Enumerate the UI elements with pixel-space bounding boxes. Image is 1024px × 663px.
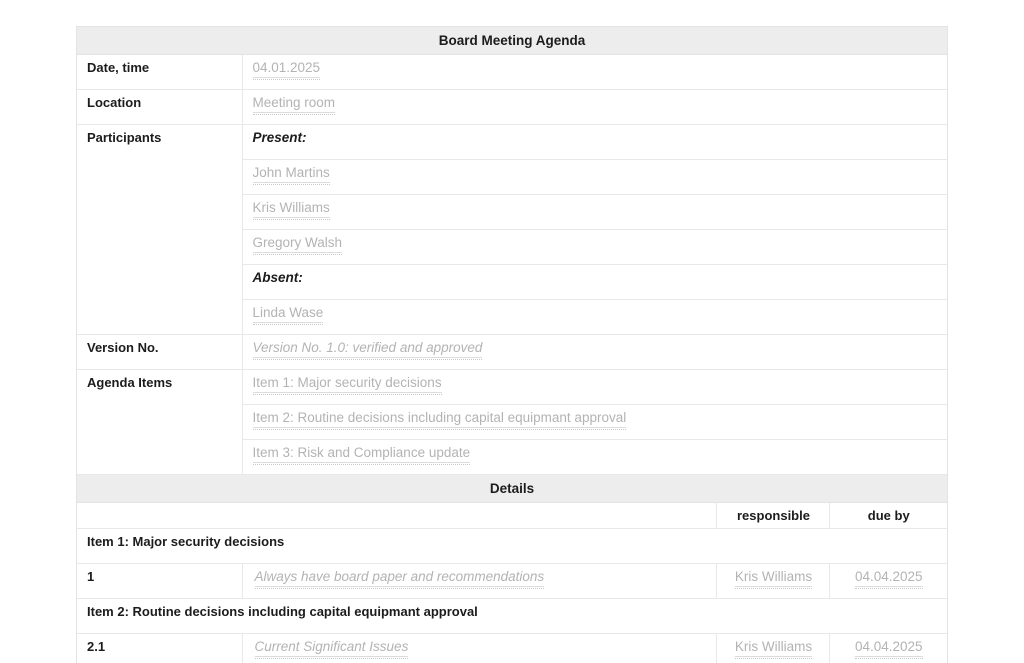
participant-present-field-0[interactable]: John Martins (252, 165, 331, 185)
column-header-responsible: responsible (716, 502, 830, 529)
agenda-document: Board Meeting Agenda Date, time 04.01.20… (76, 26, 948, 663)
details-group-heading-row: Item 2: Routine decisions including capi… (77, 598, 947, 634)
row-date-time: Date, time 04.01.2025 (77, 54, 947, 90)
title-row: Board Meeting Agenda (77, 27, 947, 55)
detail-number: 1 (77, 563, 243, 599)
detail-responsible-field[interactable]: Kris Williams (734, 639, 813, 659)
participant-present-field-1[interactable]: Kris Williams (252, 200, 331, 220)
row-agenda-item-0: Agenda Items Item 1: Major security deci… (77, 369, 947, 475)
participant-absent-cell-0[interactable]: Linda Wase (242, 299, 947, 335)
detail-description-field[interactable]: Always have board paper and recommendati… (254, 569, 545, 589)
value-location-cell[interactable]: Meeting room (242, 89, 947, 125)
agenda-item-cell-1[interactable]: Item 2: Routine decisions including capi… (242, 404, 947, 440)
participant-present-field-2[interactable]: Gregory Walsh (252, 235, 343, 255)
page-title: Board Meeting Agenda (77, 27, 947, 55)
agenda-item-cell-0[interactable]: Item 1: Major security decisions (242, 369, 947, 405)
detail-number: 2.1 (77, 633, 243, 663)
agenda-item-cell-2[interactable]: Item 3: Risk and Compliance update (242, 439, 947, 475)
label-version-no: Version No. (77, 334, 243, 370)
column-header-description (242, 502, 717, 529)
detail-description-cell[interactable]: Current Significant Issues (242, 633, 717, 663)
detail-responsible-field[interactable]: Kris Williams (734, 569, 813, 589)
detail-due-by-cell[interactable]: 04.04.2025 (829, 563, 947, 599)
participant-present-cell-0[interactable]: John Martins (242, 159, 947, 195)
page-root: Board Meeting Agenda Date, time 04.01.20… (0, 0, 1024, 663)
detail-responsible-cell[interactable]: Kris Williams (716, 563, 830, 599)
present-heading: Present: (252, 130, 307, 145)
details-group-heading: Item 1: Major security decisions (77, 528, 947, 564)
label-participants: Participants (77, 124, 243, 335)
location-field[interactable]: Meeting room (252, 95, 336, 115)
agenda-item-field-2[interactable]: Item 3: Risk and Compliance update (252, 445, 471, 465)
details-group-heading-row: Item 1: Major security decisions (77, 528, 947, 564)
present-heading-cell: Present: (242, 124, 947, 160)
table-row: 1 Always have board paper and recommenda… (77, 563, 947, 599)
table-row: 2.1 Current Significant Issues Kris Will… (77, 633, 947, 663)
detail-due-by-cell[interactable]: 04.04.2025 (829, 633, 947, 663)
version-no-field[interactable]: Version No. 1.0: verified and approved (252, 340, 483, 360)
detail-description-cell[interactable]: Always have board paper and recommendati… (242, 563, 717, 599)
label-date-time: Date, time (77, 54, 243, 90)
details-banner: Details (77, 474, 947, 503)
detail-due-by-field[interactable]: 04.04.2025 (854, 639, 923, 659)
row-location: Location Meeting room (77, 89, 947, 125)
details-banner-row: Details (77, 474, 947, 503)
agenda-table-body: Board Meeting Agenda Date, time 04.01.20… (77, 27, 947, 663)
details-column-header-row: responsible due by (77, 502, 947, 529)
value-date-time-cell[interactable]: 04.01.2025 (242, 54, 947, 90)
value-version-no-cell[interactable]: Version No. 1.0: verified and approved (242, 334, 947, 370)
label-location: Location (77, 89, 243, 125)
detail-due-by-field[interactable]: 04.04.2025 (854, 569, 923, 589)
agenda-table: Board Meeting Agenda Date, time 04.01.20… (77, 27, 947, 663)
absent-heading-cell: Absent: (242, 264, 947, 300)
row-participants-present-heading: Participants Present: (77, 124, 947, 335)
detail-responsible-cell[interactable]: Kris Williams (716, 633, 830, 663)
column-header-number (77, 502, 242, 529)
agenda-item-field-1[interactable]: Item 2: Routine decisions including capi… (252, 410, 627, 430)
details-group-heading: Item 2: Routine decisions including capi… (77, 598, 947, 634)
row-version-no: Version No. Version No. 1.0: verified an… (77, 334, 947, 370)
absent-heading: Absent: (252, 270, 303, 285)
date-time-field[interactable]: 04.01.2025 (252, 60, 321, 80)
column-header-due-by: due by (829, 502, 947, 529)
participant-absent-field-0[interactable]: Linda Wase (252, 305, 324, 325)
participant-present-cell-2[interactable]: Gregory Walsh (242, 229, 947, 265)
agenda-item-field-0[interactable]: Item 1: Major security decisions (252, 375, 442, 395)
label-agenda-items: Agenda Items (77, 369, 243, 475)
detail-description-field[interactable]: Current Significant Issues (254, 639, 409, 659)
participant-present-cell-1[interactable]: Kris Williams (242, 194, 947, 230)
